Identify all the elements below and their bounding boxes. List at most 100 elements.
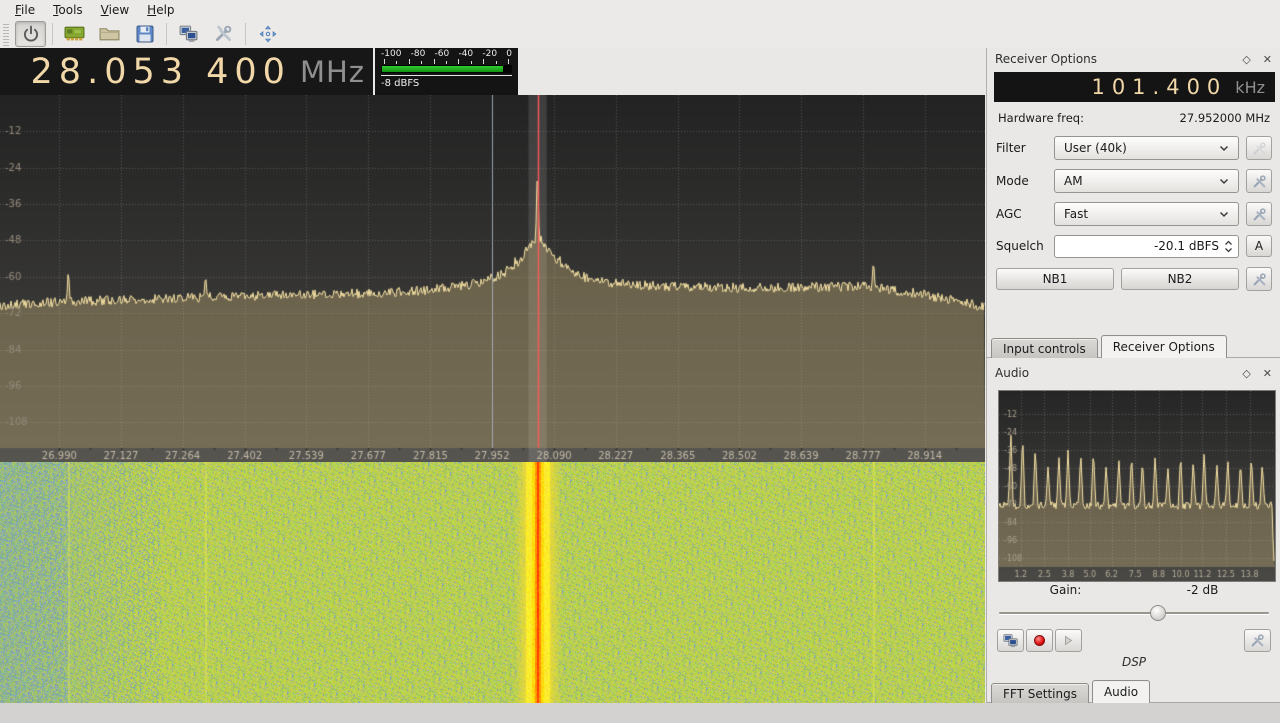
nb1-button[interactable]: NB1 bbox=[996, 268, 1114, 290]
dock-tabbar-top: Input controls Receiver Options bbox=[991, 335, 1230, 358]
filter-row: Filter User (40k) bbox=[996, 136, 1272, 160]
frequency-display[interactable]: 28.053 400 MHz bbox=[0, 48, 373, 95]
channel-frequency-display[interactable]: 101.400 kHz bbox=[994, 72, 1275, 102]
meter-baseline bbox=[381, 75, 512, 76]
float-dock-icon[interactable]: ◇ bbox=[1242, 368, 1250, 379]
open-folder-icon bbox=[99, 25, 120, 42]
chevron-down-icon bbox=[1219, 145, 1229, 152]
remote-control-button[interactable] bbox=[173, 21, 204, 47]
mode-select[interactable]: AM bbox=[1054, 169, 1239, 193]
tools-icon bbox=[1250, 633, 1265, 648]
mode-value: AM bbox=[1064, 174, 1083, 188]
audio-fft-plot bbox=[998, 390, 1276, 582]
receiver-options-titlebar: Receiver Options ◇ ✕ bbox=[995, 51, 1272, 67]
gain-value: -2 dB bbox=[1134, 583, 1271, 597]
toolbar-separator bbox=[52, 23, 53, 45]
save-button[interactable] bbox=[129, 21, 160, 47]
slider-handle[interactable] bbox=[1150, 605, 1166, 621]
mode-settings-button[interactable] bbox=[1246, 169, 1272, 193]
noise-blanker-row: NB1 NB2 bbox=[996, 267, 1272, 291]
meter-scale-labels: -100-80-60-40-200 bbox=[381, 49, 512, 59]
menu-view[interactable]: View bbox=[92, 1, 138, 19]
menu-file[interactable]: File bbox=[6, 1, 44, 19]
menu-help[interactable]: Help bbox=[138, 1, 183, 19]
filter-value: User (40k) bbox=[1064, 141, 1127, 155]
pan-arrows-icon bbox=[259, 25, 277, 43]
toolbar-separator bbox=[245, 23, 246, 45]
gain-label: Gain: bbox=[997, 583, 1134, 597]
record-audio-button[interactable] bbox=[1026, 629, 1053, 652]
frequency-digits[interactable]: 28.053 400 bbox=[31, 52, 291, 92]
receiver-options-title: Receiver Options bbox=[995, 52, 1097, 66]
slider-groove bbox=[999, 612, 1269, 614]
soundcard-icon bbox=[64, 25, 85, 42]
chevron-down-icon bbox=[1219, 178, 1229, 185]
signal-meter: -100-80-60-40-200 -8 dBFS bbox=[375, 48, 518, 95]
save-icon bbox=[136, 25, 154, 43]
hardware-freq-value: 27.952000 MHz bbox=[1180, 111, 1270, 125]
nb2-button[interactable]: NB2 bbox=[1121, 268, 1239, 290]
tab-receiver-options[interactable]: Receiver Options bbox=[1101, 335, 1227, 358]
nb-settings-button[interactable] bbox=[1246, 267, 1272, 291]
spin-arrows-icon[interactable] bbox=[1224, 239, 1233, 254]
meter-level-bar bbox=[382, 66, 503, 72]
hardware-freq-label: Hardware freq: bbox=[998, 111, 1084, 125]
play-icon bbox=[1063, 635, 1074, 646]
squelch-value: -20.1 dBFS bbox=[1154, 239, 1219, 253]
play-audio-button bbox=[1055, 629, 1082, 652]
open-folder-button[interactable] bbox=[94, 21, 125, 47]
tab-audio[interactable]: Audio bbox=[1092, 680, 1150, 703]
dsp-label: DSP bbox=[987, 655, 1280, 669]
audio-stream-button[interactable] bbox=[997, 629, 1024, 652]
agc-value: Fast bbox=[1064, 207, 1088, 221]
squelch-label: Squelch bbox=[996, 239, 1054, 253]
close-dock-icon[interactable]: ✕ bbox=[1263, 54, 1272, 65]
agc-settings-button[interactable] bbox=[1246, 202, 1272, 226]
tab-input-controls[interactable]: Input controls bbox=[991, 338, 1098, 358]
gqrx-window: { "menu_bar": { "items": [ {"label":"Fil… bbox=[0, 0, 1280, 723]
float-dock-icon[interactable]: ◇ bbox=[1242, 54, 1250, 65]
gain-row: Gain: -2 dB bbox=[997, 583, 1271, 597]
close-dock-icon[interactable]: ✕ bbox=[1263, 368, 1272, 379]
squelch-auto-button[interactable]: A bbox=[1246, 235, 1272, 257]
toolbar-handle[interactable] bbox=[3, 22, 9, 46]
squelch-spinbox[interactable]: -20.1 dBFS bbox=[1054, 235, 1239, 258]
meter-bar-track bbox=[381, 65, 512, 73]
waterfall-display[interactable] bbox=[0, 462, 985, 703]
meter-value-label: -8 dBFS bbox=[381, 78, 512, 89]
audio-title: Audio bbox=[995, 366, 1029, 380]
mode-row: Mode AM bbox=[996, 169, 1272, 193]
record-icon bbox=[1034, 635, 1045, 646]
audio-options-button[interactable] bbox=[1244, 629, 1271, 652]
filter-select[interactable]: User (40k) bbox=[1054, 136, 1239, 160]
menu-bar: File Tools View Help bbox=[0, 0, 1280, 19]
agc-select[interactable]: Fast bbox=[1054, 202, 1239, 226]
tools-icon bbox=[214, 24, 233, 43]
soundcard-button[interactable] bbox=[59, 21, 90, 47]
gain-slider[interactable] bbox=[999, 604, 1269, 622]
meter-ticks bbox=[381, 59, 512, 64]
hardware-freq-row: Hardware freq: 27.952000 MHz bbox=[998, 111, 1270, 125]
mode-label: Mode bbox=[996, 174, 1054, 188]
right-dock-panel: Receiver Options ◇ ✕ 101.400 kHz Hardwar… bbox=[986, 48, 1280, 703]
squelch-row: Squelch -20.1 dBFS A bbox=[996, 234, 1272, 258]
channel-frequency-digits[interactable]: 101.400 bbox=[1091, 75, 1227, 99]
pan-button[interactable] bbox=[252, 21, 283, 47]
menu-tools[interactable]: Tools bbox=[44, 1, 92, 19]
filter-settings-button bbox=[1246, 136, 1272, 160]
toolbar-separator bbox=[166, 23, 167, 45]
channel-frequency-unit: kHz bbox=[1235, 78, 1265, 97]
tools-button[interactable] bbox=[208, 21, 239, 47]
power-icon bbox=[22, 25, 40, 43]
status-bar bbox=[0, 703, 1280, 723]
rf-spectrum-plot[interactable] bbox=[0, 95, 985, 462]
toolbar bbox=[0, 19, 1280, 48]
filter-label: Filter bbox=[996, 141, 1054, 155]
chevron-down-icon bbox=[1219, 211, 1229, 218]
remote-computers-icon bbox=[178, 24, 199, 43]
power-button[interactable] bbox=[15, 21, 46, 47]
agc-label: AGC bbox=[996, 207, 1054, 221]
audio-titlebar: Audio ◇ ✕ bbox=[995, 365, 1272, 381]
tab-fft-settings[interactable]: FFT Settings bbox=[991, 683, 1089, 703]
frequency-unit: MHz bbox=[300, 55, 365, 89]
